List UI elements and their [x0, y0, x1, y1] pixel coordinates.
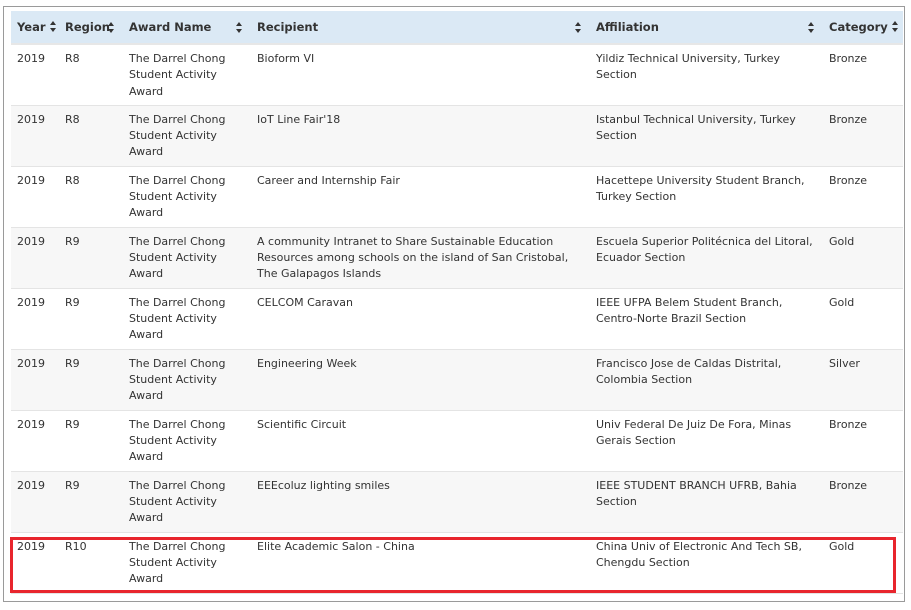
cell-award-name: The Darrel Chong Student Activity Award [123, 44, 251, 106]
cell-year: 2019 [11, 288, 59, 350]
sort-arrows-icon[interactable] [49, 21, 57, 32]
cell-region: R9 [59, 288, 123, 350]
table-row: 2019 R9 The Darrel Chong Student Activit… [11, 288, 903, 350]
cell-year: 2019 [11, 410, 59, 472]
cell-region: R9 [59, 471, 123, 533]
cell-affiliation: IEEE STUDENT BRANCH UFRB, Bahia Section [590, 471, 823, 533]
column-header-label: Year [17, 20, 46, 34]
sort-arrows-icon[interactable] [808, 22, 815, 33]
cell-award-name: The Darrel Chong Student Activity Award [123, 166, 251, 228]
table-row: 2019 R9 The Darrel Chong Student Activit… [11, 410, 903, 472]
cell-award-name: The Darrel Chong Student Activity Award [123, 532, 251, 594]
cell-affiliation: Istanbul Technical University, Turkey Se… [590, 105, 823, 167]
table-row: 2019 R8 The Darrel Chong Student Activit… [11, 44, 903, 106]
cell-region: R8 [59, 166, 123, 228]
column-header-label: Award Name [129, 20, 212, 34]
cell-recipient: IoT Line Fair'18 [251, 105, 590, 167]
cell-recipient: CELCOM Caravan [251, 288, 590, 350]
cell-affiliation: Escuela Superior Politécnica del Litoral… [590, 227, 823, 289]
cell-year: 2019 [11, 471, 59, 533]
cell-category: Gold [823, 227, 903, 289]
column-header-affiliation[interactable]: Affiliation [590, 11, 823, 45]
cell-year: 2019 [11, 349, 59, 411]
column-header-region[interactable]: Region [59, 11, 123, 45]
table-row: 2019 R9 The Darrel Chong Student Activit… [11, 349, 903, 411]
cell-category: Bronze [823, 44, 903, 106]
cell-affiliation: Univ Federal De Juiz De Fora, Minas Gera… [590, 410, 823, 472]
column-header-label: Category [829, 20, 888, 34]
table-row: 2019 R9 The Darrel Chong Student Activit… [11, 471, 903, 533]
cell-year: 2019 [11, 105, 59, 167]
cell-year: 2019 [11, 166, 59, 228]
table-row: 2019 R8 The Darrel Chong Student Activit… [11, 105, 903, 167]
table-row: 2019 R9 The Darrel Chong Student Activit… [11, 227, 903, 289]
cell-category: Bronze [823, 105, 903, 167]
cell-year: 2019 [11, 44, 59, 106]
column-header-label: Affiliation [596, 20, 659, 34]
cell-award-name: The Darrel Chong Student Activity Award [123, 288, 251, 350]
cell-award-name: The Darrel Chong Student Activity Award [123, 227, 251, 289]
cell-recipient: Engineering Week [251, 349, 590, 411]
awards-table: Year Region Award Name Recipient Affilia… [11, 11, 903, 594]
sort-arrows-icon[interactable] [891, 21, 899, 32]
cell-year: 2019 [11, 532, 59, 594]
cell-region: R9 [59, 227, 123, 289]
cell-region: R8 [59, 44, 123, 106]
cell-affiliation: Hacettepe University Student Branch, Tur… [590, 166, 823, 228]
table-row: 2019 R8 The Darrel Chong Student Activit… [11, 166, 903, 228]
cell-region: R9 [59, 410, 123, 472]
cell-recipient: Career and Internship Fair [251, 166, 590, 228]
cell-recipient: Scientific Circuit [251, 410, 590, 472]
cell-award-name: The Darrel Chong Student Activity Award [123, 105, 251, 167]
column-header-category[interactable]: Category [823, 11, 903, 45]
sort-arrows-icon[interactable] [108, 22, 115, 33]
column-header-award-name[interactable]: Award Name [123, 11, 251, 45]
cell-award-name: The Darrel Chong Student Activity Award [123, 349, 251, 411]
cell-recipient: Elite Academic Salon - China [251, 532, 590, 594]
cell-recipient: Bioform VI [251, 44, 590, 106]
cell-category: Bronze [823, 471, 903, 533]
column-header-year[interactable]: Year [11, 11, 59, 45]
sort-arrows-icon[interactable] [575, 22, 582, 33]
cell-region: R9 [59, 349, 123, 411]
column-header-recipient[interactable]: Recipient [251, 11, 590, 45]
column-header-label: Region [65, 20, 110, 34]
cell-category: Gold [823, 288, 903, 350]
table-row-highlighted: 2019 R10 The Darrel Chong Student Activi… [11, 532, 903, 594]
cell-affiliation: Francisco Jose de Caldas Distrital, Colo… [590, 349, 823, 411]
cell-region: R8 [59, 105, 123, 167]
cell-category: Gold [823, 532, 903, 594]
cell-recipient: EEEcoluz lighting smiles [251, 471, 590, 533]
cell-year: 2019 [11, 227, 59, 289]
column-header-label: Recipient [257, 20, 319, 34]
cell-recipient: A community Intranet to Share Sustainabl… [251, 227, 590, 289]
cell-category: Bronze [823, 410, 903, 472]
cell-region: R10 [59, 532, 123, 594]
cell-award-name: The Darrel Chong Student Activity Award [123, 410, 251, 472]
table-header-row: Year Region Award Name Recipient Affilia… [11, 11, 903, 45]
sort-arrows-icon[interactable] [236, 22, 243, 33]
cell-award-name: The Darrel Chong Student Activity Award [123, 471, 251, 533]
cell-category: Bronze [823, 166, 903, 228]
cell-affiliation: China Univ of Electronic And Tech SB, Ch… [590, 532, 823, 594]
table-body: 2019 R8 The Darrel Chong Student Activit… [11, 44, 903, 594]
cell-affiliation: Yildiz Technical University, Turkey Sect… [590, 44, 823, 106]
cell-category: Silver [823, 349, 903, 411]
cell-affiliation: IEEE UFPA Belem Student Branch, Centro-N… [590, 288, 823, 350]
